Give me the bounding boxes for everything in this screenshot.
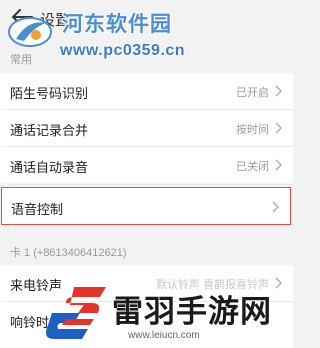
chevron-right-icon bbox=[275, 159, 282, 171]
chevron-right-icon bbox=[272, 201, 279, 213]
row-label: 语音控制 bbox=[11, 202, 64, 217]
row-auto-record[interactable]: 通话自动录音 已关闭 bbox=[0, 147, 293, 183]
watermark-game-site-name: 雷羽手游网 bbox=[112, 294, 272, 329]
watermark-site-name: 河东软件园 bbox=[62, 13, 172, 36]
row-label: 陌生号码识别 bbox=[10, 86, 89, 101]
divider bbox=[10, 184, 293, 185]
row-label: 通话自动录音 bbox=[10, 160, 89, 175]
watermark-game-logo-icon bbox=[46, 287, 106, 339]
watermark-url: www.pc0359.cn bbox=[60, 42, 186, 59]
row-call-log-merge[interactable]: 通话记录合并 按时间 bbox=[0, 110, 293, 146]
section-header-general: 常用 bbox=[10, 54, 32, 66]
watermark-logo-icon bbox=[8, 17, 52, 47]
row-value: 已开启 bbox=[236, 87, 269, 99]
row-stranger-number-id[interactable]: 陌生号码识别 已开启 bbox=[0, 73, 293, 109]
row-label: 通话记录合并 bbox=[10, 123, 89, 138]
row-voice-control[interactable]: 语音控制 bbox=[1, 187, 291, 225]
row-value: 按时间 bbox=[236, 124, 269, 136]
watermark-game-url: www.leiucn.com bbox=[128, 330, 200, 341]
chevron-right-icon bbox=[275, 277, 282, 289]
section-header-sim1: 卡 1 (+8613406412621) bbox=[10, 247, 127, 259]
row-value: 已关闭 bbox=[236, 161, 269, 173]
chevron-right-icon bbox=[275, 85, 282, 97]
chevron-right-icon bbox=[275, 122, 282, 134]
